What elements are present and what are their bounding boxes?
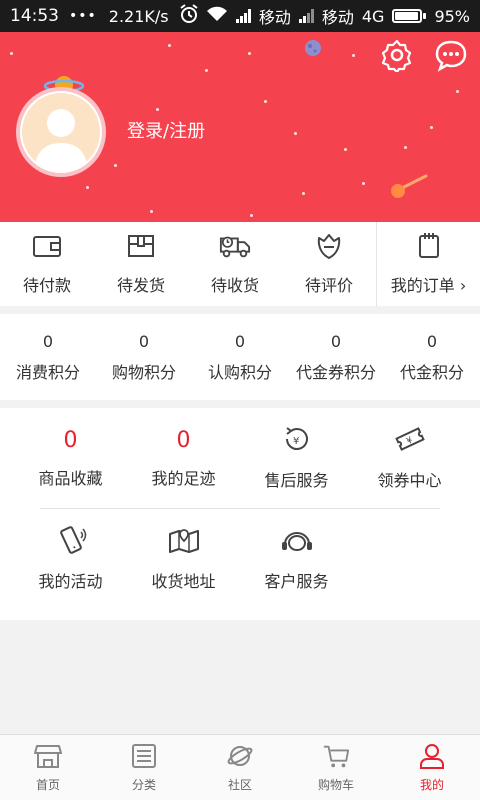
nav-community[interactable]: 社区: [192, 735, 288, 800]
customer-service-button[interactable]: 客户服务: [240, 526, 353, 592]
my-orders-label: 我的订单 ›: [390, 276, 467, 295]
svg-text:¥: ¥: [405, 435, 415, 447]
service-label: 收货地址: [151, 572, 216, 591]
carrier-1: 移动: [258, 8, 291, 27]
service-label: 我的活动: [38, 572, 103, 591]
login-register-link[interactable]: 登录/注册: [127, 117, 205, 143]
shop-icon: [34, 742, 62, 773]
my-activities-button[interactable]: 我的活动: [14, 526, 127, 592]
planet-icon: [226, 742, 254, 773]
status-time: 14:53: [10, 6, 59, 26]
point-value: 0: [234, 331, 246, 351]
signal-icon: [235, 9, 251, 23]
headset-icon: [279, 526, 315, 558]
point-value: 0: [138, 331, 150, 351]
order-label: 待评价: [304, 276, 353, 295]
order-label: 待收货: [210, 276, 259, 295]
list-icon: [130, 742, 158, 773]
aftersale-icon: ¥: [279, 425, 315, 457]
nav-label: 分类: [131, 778, 156, 792]
carrier-2: 移动: [321, 8, 354, 27]
nav-cart[interactable]: 购物车: [288, 735, 384, 800]
notification-dots: •••: [69, 8, 97, 24]
services-panel: 0 商品收藏 0 我的足迹 ¥ 售后服务 ¥ 领券中心 我的活动 收货地址 客户…: [0, 408, 480, 620]
my-orders-button[interactable]: 我的订单 ›: [376, 222, 480, 306]
message-icon[interactable]: [434, 38, 468, 72]
order-pending-review[interactable]: 待评价: [282, 222, 376, 306]
points-voucher[interactable]: 0 代金券积分: [288, 314, 384, 400]
order-pending-payment[interactable]: 待付款: [0, 222, 94, 306]
point-label: 代金积分: [399, 362, 464, 382]
nav-label: 购物车: [317, 778, 354, 792]
alarm-icon: [179, 4, 199, 28]
nav-category[interactable]: 分类: [96, 735, 192, 800]
footprints-count: 0: [176, 428, 191, 453]
nav-label: 首页: [35, 778, 60, 792]
chevron-right-icon: ›: [459, 276, 467, 295]
wifi-icon: [206, 6, 228, 26]
shipping-address-button[interactable]: 收货地址: [127, 526, 240, 592]
points-row: 0 消费积分 0 购物积分 0 认购积分 0 代金券积分 0 代金积分: [0, 314, 480, 400]
coupon-center-button[interactable]: ¥ 领券中心: [353, 425, 466, 491]
order-label: 待发货: [116, 276, 165, 295]
network-speed: 2.21K/s: [108, 6, 169, 26]
nav-label: 我的: [419, 778, 444, 792]
nav-home[interactable]: 首页: [0, 735, 96, 800]
status-bar: 14:53 ••• 2.21K/s 移动 移动 4G 95%: [0, 0, 480, 32]
truck-icon: [219, 232, 251, 264]
points-shopping[interactable]: 0 购物积分: [96, 314, 192, 400]
order-pending-receipt[interactable]: 待收货: [188, 222, 282, 306]
point-label: 消费积分: [15, 362, 80, 382]
bottom-nav: 首页 分类 社区 购物车 我的: [0, 734, 480, 800]
battery-percent: 95%: [434, 6, 470, 26]
nav-mine[interactable]: 我的: [384, 735, 480, 800]
points-subscription[interactable]: 0 认购积分: [192, 314, 288, 400]
network-type: 4G: [361, 6, 385, 26]
footprints-button[interactable]: 0 我的足迹: [127, 427, 240, 489]
service-label: 领券中心: [377, 471, 442, 490]
svg-text:¥: ¥: [293, 436, 299, 447]
notepad-icon: [416, 232, 442, 264]
coupon-icon: ¥: [392, 425, 428, 457]
favorites-button[interactable]: 0 商品收藏: [14, 427, 127, 489]
map-icon: [166, 526, 202, 558]
point-value: 0: [426, 331, 438, 351]
user-icon: [418, 742, 446, 773]
point-label: 购物积分: [111, 362, 176, 382]
review-icon: [313, 232, 345, 264]
meteor-icon: [388, 174, 428, 204]
battery-icon: [392, 9, 427, 23]
box-icon: [125, 232, 157, 264]
service-label: 售后服务: [264, 471, 329, 490]
favorites-count: 0: [63, 428, 78, 453]
point-label: 认购积分: [207, 362, 272, 382]
wallet-icon: [31, 232, 63, 264]
order-pending-shipment[interactable]: 待发货: [94, 222, 188, 306]
order-status-row: 待付款 待发货 待收货 待评价 我的订单 ›: [0, 222, 480, 306]
cart-icon: [322, 742, 350, 773]
service-label: 商品收藏: [38, 469, 103, 488]
service-label: 客户服务: [264, 572, 329, 591]
settings-gear-icon[interactable]: [380, 38, 414, 74]
points-consumption[interactable]: 0 消费积分: [0, 314, 96, 400]
moon-icon: [303, 38, 323, 62]
order-label: 待付款: [22, 276, 71, 295]
point-value: 0: [42, 331, 54, 351]
point-value: 0: [330, 331, 342, 351]
service-label: 我的足迹: [151, 469, 216, 488]
after-sales-button[interactable]: ¥ 售后服务: [240, 425, 353, 491]
profile-header: 登录/注册: [0, 32, 480, 222]
points-cash-voucher[interactable]: 0 代金积分: [384, 314, 480, 400]
point-label: 代金券积分: [295, 362, 376, 382]
nav-label: 社区: [227, 778, 252, 792]
signal-icon-2: [298, 9, 314, 23]
phone-icon: [53, 526, 89, 558]
avatar[interactable]: [16, 87, 106, 177]
